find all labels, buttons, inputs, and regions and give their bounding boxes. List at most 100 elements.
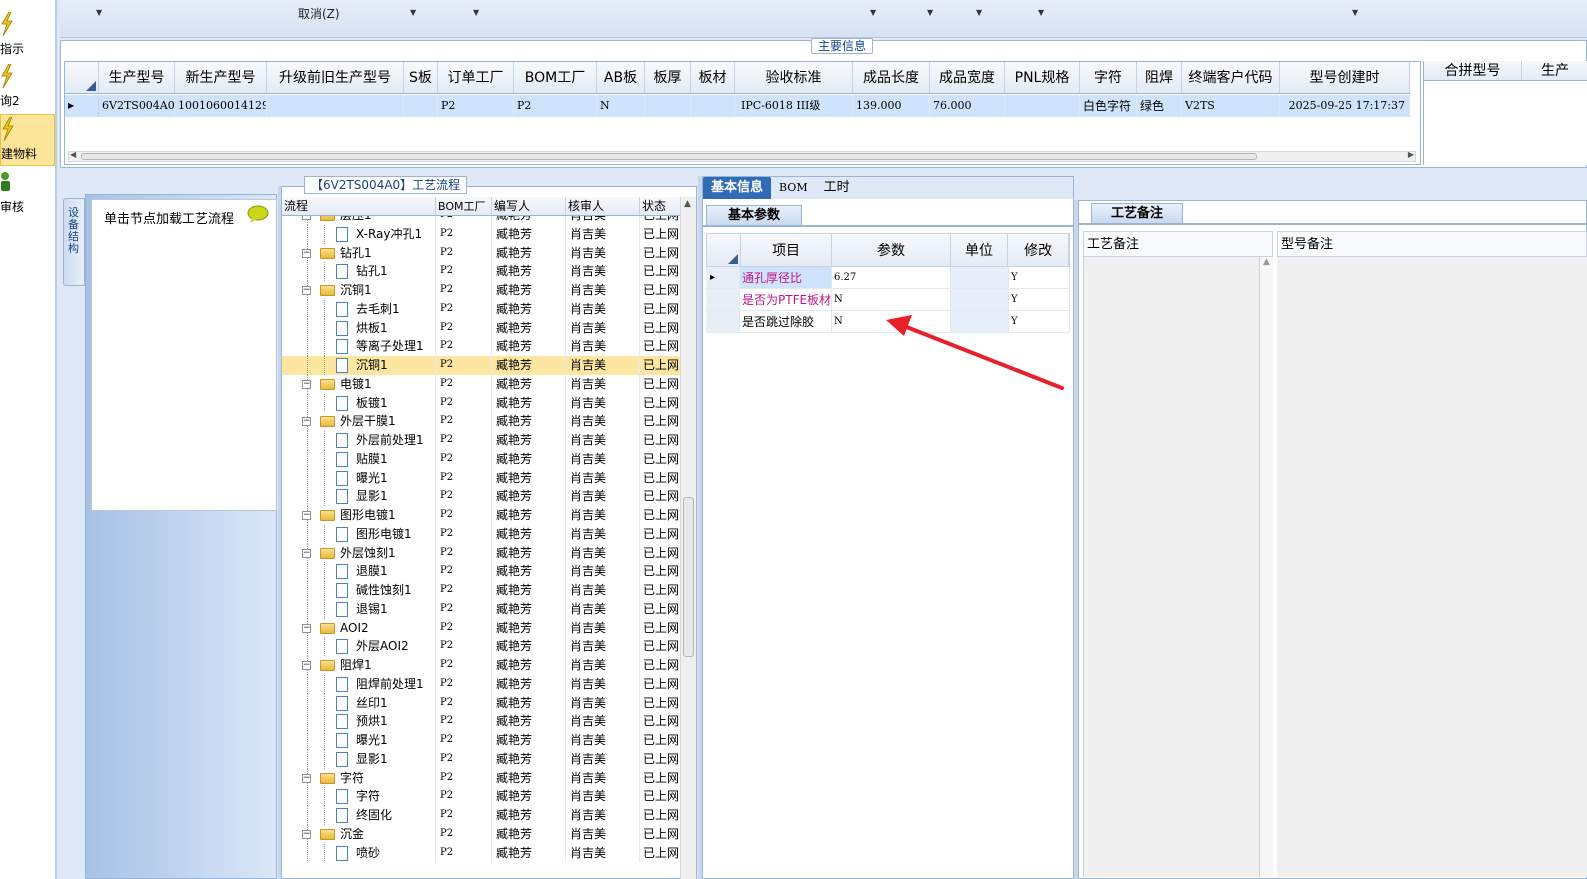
col-header[interactable]: 成品宽度: [930, 62, 1005, 93]
cell[interactable]: P2: [514, 95, 597, 117]
table-row[interactable]: ▸ 通孔厚径比 6.27 Y: [706, 267, 1070, 289]
tree-row[interactable]: − 外层干膜1 P2 臧艳芳 肖吉美 已上网: [282, 412, 682, 431]
cell[interactable]: N: [597, 95, 645, 117]
tab-bom[interactable]: BOM: [771, 177, 816, 199]
col-header[interactable]: 新生产型号: [175, 62, 267, 93]
tree-row[interactable]: 退锡1 P2 臧艳芳 肖吉美 已上网: [282, 599, 682, 619]
col-header[interactable]: 型号创建时: [1280, 62, 1410, 93]
collapse-toggle-icon[interactable]: −: [302, 548, 311, 558]
col-header[interactable]: 成品长度: [853, 62, 930, 93]
cell[interactable]: 10010600141298: [175, 95, 267, 117]
tree-node[interactable]: − 钻孔1: [282, 243, 436, 263]
cell[interactable]: [1005, 95, 1080, 117]
tree-node[interactable]: 烘板1: [282, 318, 436, 338]
tree-node[interactable]: 喷砂: [282, 843, 436, 863]
tree-row[interactable]: 曝光1 P2 臧艳芳 肖吉美 已上网: [282, 468, 682, 488]
collapse-toggle-icon[interactable]: −: [302, 661, 311, 670]
vertical-scrollbar[interactable]: ▲: [680, 197, 696, 879]
tree-row[interactable]: 去毛刺1 P2 臧艳芳 肖吉美 已上网: [282, 299, 682, 319]
param-value[interactable]: N: [832, 311, 951, 332]
tab-equipment-structure[interactable]: 设备结构: [63, 198, 85, 286]
scroll-right-icon[interactable]: ▶: [1408, 150, 1414, 159]
tree-node[interactable]: 碱性蚀刻1: [282, 581, 436, 600]
tree-row[interactable]: 外层前处理1 P2 臧艳芳 肖吉美 已上网: [282, 431, 682, 450]
collapse-toggle-icon[interactable]: −: [302, 216, 311, 220]
tree-row[interactable]: 阻焊前处理1 P2 臧艳芳 肖吉美 已上网: [282, 674, 682, 694]
tab-basic-info[interactable]: 基本信息: [703, 177, 772, 199]
col-header[interactable]: 状态: [640, 197, 682, 215]
tree-node[interactable]: 外层前处理1: [282, 431, 436, 450]
vertical-scrollbar[interactable]: ▲: [1259, 257, 1273, 877]
cell[interactable]: 2025-09-25 17:17:37: [1280, 95, 1410, 117]
scrollbar-thumb[interactable]: [683, 497, 694, 657]
tree-row[interactable]: 烘板1 P2 臧艳芳 肖吉美 已上网: [282, 318, 682, 338]
tree-node[interactable]: 板镀1: [282, 393, 436, 413]
tree-node[interactable]: − 电镀1: [282, 374, 436, 394]
tree-row[interactable]: 图形电镀1 P2 臧艳芳 肖吉美 已上网: [282, 524, 682, 544]
tree-node[interactable]: X-Ray冲孔1: [282, 224, 436, 244]
col-header[interactable]: 参数: [832, 234, 951, 266]
collapse-toggle-icon[interactable]: −: [302, 286, 311, 295]
chevron-down-icon[interactable]: ▼: [96, 8, 102, 17]
col-header[interactable]: 合拼型号: [1424, 61, 1522, 80]
tree-node[interactable]: − 外层干膜1: [282, 412, 436, 431]
col-header[interactable]: 核审人: [566, 197, 640, 215]
tree-row[interactable]: 终固化 P2 臧艳芳 肖吉美 已上网: [282, 806, 682, 825]
tree-node[interactable]: 曝光1: [282, 468, 436, 488]
tree-node[interactable]: 阻焊前处理1: [282, 674, 436, 694]
tree-node[interactable]: − 字符: [282, 768, 436, 788]
chevron-down-icon[interactable]: ▼: [870, 8, 876, 17]
tree-node[interactable]: 图形电镀1: [282, 524, 436, 544]
collapse-toggle-icon[interactable]: −: [302, 623, 311, 633]
col-header[interactable]: S板: [404, 62, 438, 93]
tree-row[interactable]: 钻孔1 P2 臧艳芳 肖吉美 已上网: [282, 262, 682, 281]
collapse-toggle-icon[interactable]: −: [302, 829, 311, 839]
cell[interactable]: V2TS: [1182, 95, 1280, 117]
row-selector[interactable]: [706, 289, 740, 310]
tree-node[interactable]: − 沉铜1: [282, 281, 436, 300]
tree-row[interactable]: 曝光1 P2 臧艳芳 肖吉美 已上网: [282, 731, 682, 750]
tree-node[interactable]: 显影1: [282, 749, 436, 769]
tree-node[interactable]: 去毛刺1: [282, 299, 436, 319]
col-header[interactable]: 订单工厂: [438, 62, 514, 93]
tree-row[interactable]: − 阻焊1 P2 臧艳芳 肖吉美 已上网: [282, 656, 682, 675]
tree-row[interactable]: X-Ray冲孔1 P2 臧艳芳 肖吉美 已上网: [282, 224, 682, 244]
nav-item-indicator[interactable]: 指示: [0, 10, 55, 62]
tree-row[interactable]: 等离子处理1 P2 臧艳芳 肖吉美 已上网: [282, 337, 682, 356]
chevron-down-icon[interactable]: ▼: [410, 8, 416, 17]
cell[interactable]: [645, 95, 691, 117]
tree-row[interactable]: − 沉金 P2 臧艳芳 肖吉美 已上网: [282, 824, 682, 844]
tree-row[interactable]: 显影1 P2 臧艳芳 肖吉美 已上网: [282, 749, 682, 769]
tree-node[interactable]: 外层AOI2: [282, 637, 436, 656]
col-header[interactable]: 验收标准: [735, 62, 853, 93]
process-remark-field[interactable]: ▲: [1083, 257, 1273, 877]
tree-node[interactable]: − AOI2: [282, 618, 436, 638]
horizontal-scrollbar[interactable]: ◀ ▶: [68, 150, 1416, 162]
col-header[interactable]: 板厚: [645, 62, 691, 93]
cell[interactable]: 6V2TS004A0: [99, 95, 175, 117]
cell[interactable]: 139.000: [853, 95, 930, 117]
scroll-up-icon[interactable]: ▲: [684, 199, 691, 209]
cell[interactable]: IPC-6018 III级: [735, 95, 853, 117]
tree-row[interactable]: 显影1 P2 臧艳芳 肖吉美 已上网: [282, 487, 682, 506]
cell[interactable]: 白色字符: [1080, 95, 1137, 117]
col-header[interactable]: PNL规格: [1005, 62, 1080, 93]
tree-row[interactable]: − 外层蚀刻1 P2 臧艳芳 肖吉美 已上网: [282, 543, 682, 563]
tree-row[interactable]: − 图形电镀1 P2 臧艳芳 肖吉美 已上网: [282, 506, 682, 525]
tree-row[interactable]: 喷砂 P2 臧艳芳 肖吉美 已上网: [282, 843, 682, 863]
col-header[interactable]: AB板: [597, 62, 645, 93]
tree-row[interactable]: 外层AOI2 P2 臧艳芳 肖吉美 已上网: [282, 637, 682, 656]
tree-row[interactable]: − 电镀1 P2 臧艳芳 肖吉美 已上网: [282, 374, 682, 394]
tree-row[interactable]: 碱性蚀刻1 P2 臧艳芳 肖吉美 已上网: [282, 581, 682, 600]
col-header[interactable]: BOM工厂: [436, 197, 492, 215]
chevron-down-icon[interactable]: ▼: [473, 8, 479, 17]
tree-row[interactable]: − AOI2 P2 臧艳芳 肖吉美 已上网: [282, 618, 682, 638]
tree-node[interactable]: 显影1: [282, 487, 436, 506]
scroll-left-icon[interactable]: ◀: [70, 150, 76, 159]
tree-row[interactable]: 预烘1 P2 臧艳芳 肖吉美 已上网: [282, 712, 682, 731]
col-header[interactable]: 生产型号: [99, 62, 175, 93]
nav-item-review[interactable]: 审核: [0, 168, 55, 220]
tree-row[interactable]: − 沉铜1 P2 臧艳芳 肖吉美 已上网: [282, 281, 682, 300]
tree-node[interactable]: 终固化: [282, 806, 436, 825]
col-header[interactable]: 字符: [1080, 62, 1137, 93]
